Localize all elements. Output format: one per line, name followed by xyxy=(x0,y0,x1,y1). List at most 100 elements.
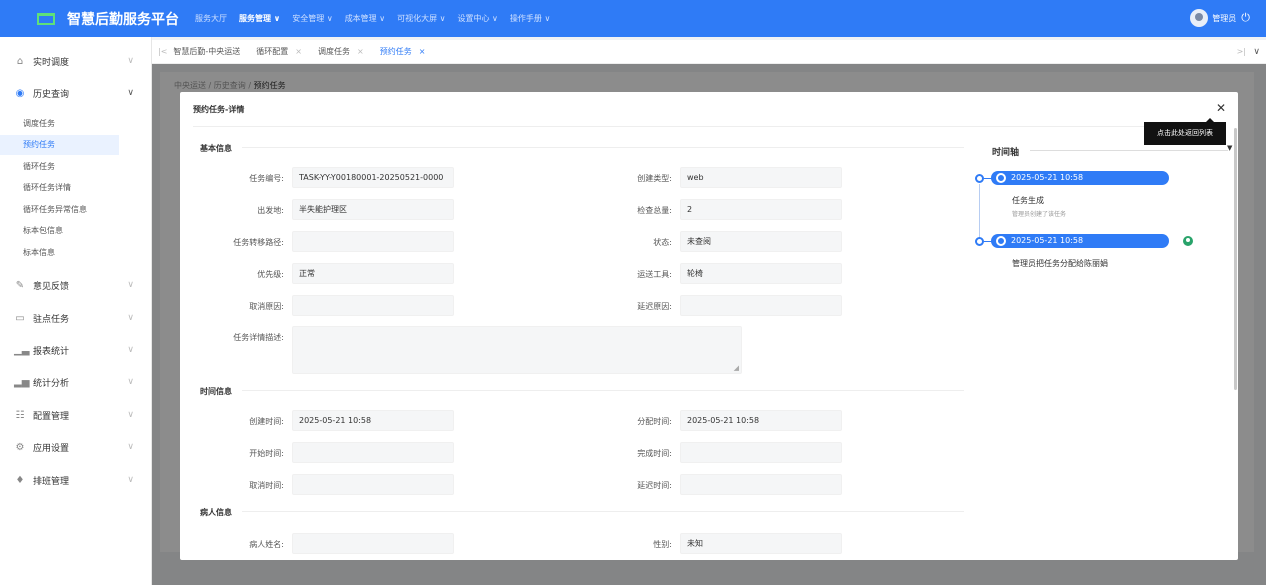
modal-title: 预约任务-详情 xyxy=(193,105,245,114)
nav-service-hall[interactable]: 服务大厅 xyxy=(195,13,227,24)
home-icon: ⌂ xyxy=(16,55,24,67)
sidebar-subitem-reservation[interactable]: 预约任务 xyxy=(0,135,119,155)
sidebar-item-label: 配置管理 xyxy=(33,411,70,422)
resize-handle-icon[interactable]: ◢ xyxy=(734,365,739,372)
cancel-reason-field[interactable] xyxy=(292,295,454,316)
priority-field[interactable]: 正常 xyxy=(292,263,454,284)
timeline-event-subtitle: 管理员创建了该任务 xyxy=(1012,211,1067,218)
tab-scroll-left-icon[interactable]: |< xyxy=(158,47,167,56)
close-icon[interactable]: × xyxy=(357,47,364,56)
clock-icon xyxy=(996,236,1006,246)
sidebar-item-realtime[interactable]: ⌂ 实时调度 ∨ xyxy=(0,50,152,72)
finish-time-field[interactable] xyxy=(680,442,842,463)
timeline-line xyxy=(979,184,980,239)
tab-scroll-right-icon[interactable]: >| xyxy=(1237,47,1246,56)
detail-modal: 预约任务-详情 ✕ 点击此处返回列表 基本信息 任务编号: TASK-YY-Y0… xyxy=(180,92,1238,560)
transport-tool-field[interactable]: 轮椅 xyxy=(680,263,842,284)
timeline-node xyxy=(975,174,984,183)
sidebar-item-label: 报表统计 xyxy=(33,346,70,357)
tab-central-transport[interactable]: 智慧后勤-中央运送 xyxy=(173,46,240,57)
sidebar-item-label: 历史查询 xyxy=(33,89,70,100)
field-label: 病人姓名: xyxy=(249,540,284,549)
sidebar-subitem-specimen[interactable]: 标本信息 xyxy=(0,243,119,263)
sidebar-item-config[interactable]: ☷ 配置管理 ∨ xyxy=(0,404,152,426)
sidebar-item-analysis[interactable]: ▂▅ 统计分析 ∨ xyxy=(0,371,152,393)
field-label: 出发地: xyxy=(257,206,284,215)
scrollbar[interactable] xyxy=(1234,128,1237,390)
tab-label: 调度任务 xyxy=(318,47,350,56)
create-type-field[interactable]: web xyxy=(680,167,842,188)
nav-service-mgmt[interactable]: 服务管理 ∨ xyxy=(239,13,280,24)
close-button[interactable]: ✕ xyxy=(1216,101,1226,115)
created-time-field[interactable]: 2025-05-21 10:58 xyxy=(292,410,454,431)
sidebar-subitem-dispatch[interactable]: 调度任务 xyxy=(0,114,119,134)
field-label: 任务转移路径: xyxy=(233,238,284,247)
divider xyxy=(1030,150,1228,151)
sidebar-item-station-task[interactable]: ▭ 驻点任务 ∨ xyxy=(0,307,152,329)
route-field[interactable] xyxy=(292,231,454,252)
task-description-textarea[interactable]: ◢ xyxy=(292,326,742,374)
gender-field[interactable]: 未知 xyxy=(680,533,842,554)
chevron-down-icon: ∨ xyxy=(127,313,134,323)
timeline-node xyxy=(975,237,984,246)
list-icon: ☷ xyxy=(15,409,25,421)
chevron-down-icon: ∨ xyxy=(127,410,134,420)
nav-visual-screen[interactable]: 可视化大屏 ∨ xyxy=(397,13,445,24)
chevron-down-icon: ∨ xyxy=(127,280,134,290)
tab-dispatch-task[interactable]: 调度任务 × xyxy=(318,46,364,57)
sidebar-item-label: 排班管理 xyxy=(33,476,70,487)
nav-settings-center[interactable]: 设置中心 ∨ xyxy=(458,13,498,24)
edit-icon: ✎ xyxy=(15,279,25,291)
sidebar-item-app-settings[interactable]: ⚙ 应用设置 ∨ xyxy=(0,436,152,458)
tooltip: 点击此处返回列表 xyxy=(1144,118,1226,145)
close-icon[interactable]: × xyxy=(419,47,426,56)
patient-name-field[interactable] xyxy=(292,533,454,554)
nav-cost-mgmt[interactable]: 成本管理 ∨ xyxy=(345,13,385,24)
sidebar-item-label: 应用设置 xyxy=(33,443,70,454)
check-total-field[interactable]: 2 xyxy=(680,199,842,220)
sidebar-item-history[interactable]: ◉ 历史查询 ∨ xyxy=(0,82,152,104)
tab-label: 预约任务 xyxy=(379,47,412,56)
search-icon: ◉ xyxy=(15,87,25,99)
chevron-down-icon[interactable]: ∨ xyxy=(1253,47,1260,57)
timeline-event-time: 2025-05-21 10:58 xyxy=(991,234,1169,248)
chevron-down-icon: ∨ xyxy=(127,345,134,355)
tab-reservation-task[interactable]: 预约任务 × xyxy=(380,46,426,57)
field-label: 延迟时间: xyxy=(637,481,672,490)
nav-manual[interactable]: 操作手册 ∨ xyxy=(510,13,550,24)
origin-field[interactable]: 半失能护理区 xyxy=(292,199,454,220)
sidebar-subitem-cycle-exception[interactable]: 循环任务异常信息 xyxy=(0,200,119,220)
nav-safety-mgmt[interactable]: 安全管理 ∨ xyxy=(292,13,332,24)
delay-reason-field[interactable] xyxy=(680,295,842,316)
power-icon[interactable]: ⏻ xyxy=(1241,11,1250,25)
section-title-time: 时间信息 xyxy=(200,387,232,396)
tab-cycle-config[interactable]: 循环配置 × xyxy=(256,46,302,57)
field-label: 取消原因: xyxy=(249,302,284,311)
divider xyxy=(193,126,1223,127)
sidebar-item-reports[interactable]: ▁▃ 报表统计 ∨ xyxy=(0,339,152,361)
start-time-field[interactable] xyxy=(292,442,454,463)
timeline-time-text: 2025-05-21 10:58 xyxy=(1011,236,1084,245)
sidebar-item-feedback[interactable]: ✎ 意见反馈 ∨ xyxy=(0,274,152,296)
field-label: 运送工具: xyxy=(637,270,672,279)
app-title: 智慧后勤服务平台 xyxy=(67,11,179,28)
delay-time-field[interactable] xyxy=(680,474,842,495)
user-name: 管理员 xyxy=(1212,13,1237,23)
field-label: 延迟原因: xyxy=(637,302,672,311)
cancel-time-field[interactable] xyxy=(292,474,454,495)
sidebar: ⌂ 实时调度 ∨ ◉ 历史查询 ∨ 调度任务 预约任务 循环任务 循环任务详情 … xyxy=(0,37,152,585)
close-icon[interactable]: × xyxy=(295,47,302,56)
user-menu[interactable]: 管理员 ⏻ xyxy=(1190,9,1250,27)
field-label: 完成时间: xyxy=(637,449,672,458)
sidebar-subitem-cycle[interactable]: 循环任务 xyxy=(0,157,119,177)
caret-down-icon: ▼ xyxy=(1227,144,1233,152)
task-number-field[interactable]: TASK-YY-Y00180001-20250521-0000 xyxy=(292,167,454,188)
status-field[interactable]: 未查阅 xyxy=(680,231,842,252)
sidebar-item-schedule[interactable]: ♦ 排班管理 ∨ xyxy=(0,469,152,491)
field-label: 状态: xyxy=(653,238,672,247)
sidebar-subitem-specimen-pack[interactable]: 标本包信息 xyxy=(0,221,119,241)
gear-icon: ⚙ xyxy=(15,441,25,453)
assigned-time-field[interactable]: 2025-05-21 10:58 xyxy=(680,410,842,431)
field-label: 开始时间: xyxy=(249,449,284,458)
sidebar-subitem-cycle-detail[interactable]: 循环任务详情 xyxy=(0,178,119,198)
